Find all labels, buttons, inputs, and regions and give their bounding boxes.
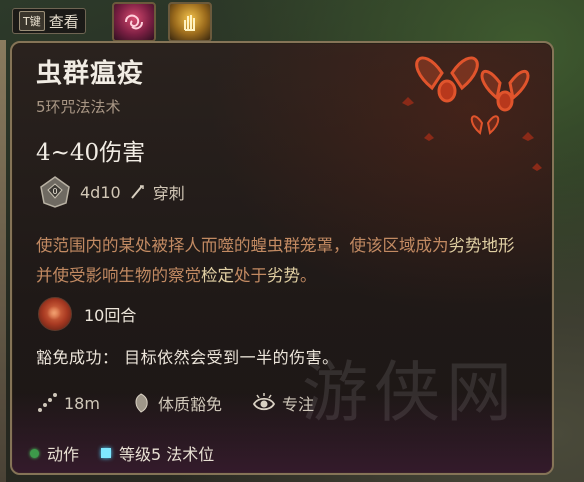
view-label: 查看	[48, 12, 79, 31]
hotbar-slot-spell-1[interactable]	[112, 2, 156, 42]
hand-spell-icon	[184, 15, 195, 31]
damage-type: 穿刺	[152, 184, 185, 203]
damage-range: 4~40伤害	[36, 140, 146, 166]
piercing-icon	[130, 185, 144, 199]
spell-slot-cost: 等级5 法术位	[119, 445, 215, 464]
duration-row: 10回合	[38, 297, 136, 331]
concentration: 专注	[281, 395, 314, 414]
save-success-text: 豁免成功： 目标依然会受到一半的伤害。	[36, 348, 339, 367]
hotbar: T键 查看	[0, 0, 584, 46]
duration: 10回合	[84, 306, 137, 325]
duration-swarm-icon	[38, 297, 72, 331]
damage-dice: 4d10	[80, 182, 121, 202]
damage-dice-row: 0 4d10 穿刺	[38, 175, 185, 209]
spell-tooltip: 虫群瘟疫 5环咒法法术 4~40伤害 0 4d10 穿刺 使范围内的某处被择人而…	[10, 41, 554, 475]
spell-name: 虫群瘟疫	[36, 59, 145, 89]
keyword-check[interactable]: 检定	[201, 266, 234, 285]
hotbar-edge	[0, 40, 6, 482]
keyword-disadvantage[interactable]: 劣势	[267, 266, 300, 285]
view-key-hint[interactable]: T键 查看	[12, 8, 86, 34]
keyword-difficult-terrain[interactable]: 劣势地形	[449, 236, 515, 255]
spell-stats-row: 18m 体质豁免 专注	[36, 391, 314, 415]
shield-icon	[135, 393, 148, 413]
spell-level-school: 5环咒法法术	[36, 98, 121, 116]
save-type: 体质豁免	[157, 395, 222, 414]
action-cost: 动作	[47, 445, 80, 464]
concentration-eye-icon	[252, 393, 276, 411]
d10-dice-icon: 0	[40, 176, 70, 208]
description-text-3: 处于	[234, 266, 267, 285]
range-icon	[38, 393, 57, 412]
spell-cost-row: 动作 等级5 法术位	[30, 441, 214, 465]
key-cap: T键	[19, 11, 45, 31]
action-dot-icon	[30, 448, 39, 458]
spell-range: 18m	[64, 393, 100, 413]
description-text-1: 使范围内的某处被择人而噬的蝗虫群笼罩，使该区域成为	[36, 236, 449, 255]
description-text-2: 并使受影响生物的察觉	[36, 266, 201, 285]
swirl-spell-icon	[125, 14, 143, 30]
hotbar-slot-spell-2[interactable]	[168, 2, 212, 42]
dice-face-label: 0	[52, 187, 57, 196]
spell-description: 使范围内的某处被择人而噬的蝗虫群笼罩，使该区域成为劣势地形并使受影响生物的察觉检…	[36, 231, 526, 291]
spell-slot-icon	[101, 448, 112, 458]
description-text-4: 。	[300, 266, 317, 285]
insect-swarm-art	[402, 56, 542, 171]
